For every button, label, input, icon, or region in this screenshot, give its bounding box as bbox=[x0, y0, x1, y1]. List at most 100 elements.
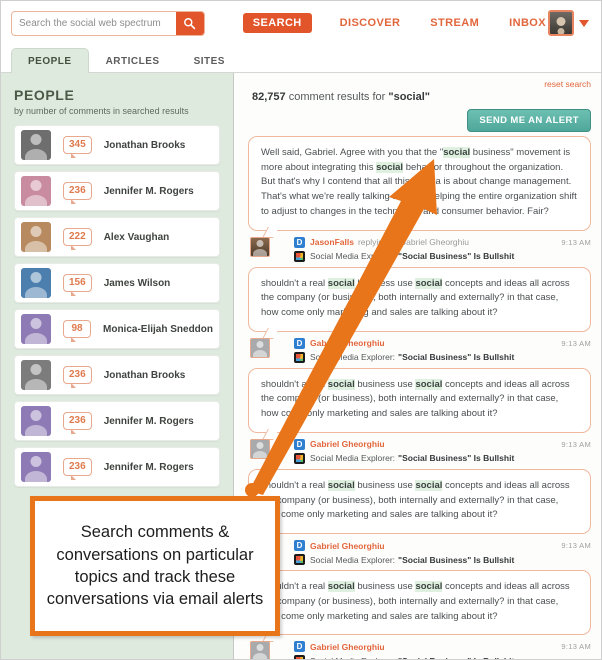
disqus-favicon-icon: D bbox=[294, 438, 305, 450]
main-nav: SEARCH DISCOVER STREAM INBOX bbox=[242, 13, 548, 33]
search-box[interactable] bbox=[11, 10, 205, 36]
comment-count-badge: 236 bbox=[63, 412, 92, 434]
chevron-down-icon[interactable] bbox=[579, 19, 589, 27]
source-favicon-icon bbox=[294, 554, 305, 566]
comment-item: shouldn't a real social business use soc… bbox=[248, 266, 591, 363]
avatar bbox=[250, 438, 270, 459]
comment-count-badge: 156 bbox=[63, 274, 92, 296]
comment-time: 9:13 AM bbox=[561, 439, 591, 449]
comment-time: 9:13 AM bbox=[561, 338, 591, 348]
comment-text-part: business use bbox=[354, 581, 416, 593]
search-term-highlight: social bbox=[415, 277, 443, 289]
list-item[interactable]: 345 Jonathan Brooks bbox=[14, 125, 220, 165]
tab-sites[interactable]: SITES bbox=[177, 48, 242, 73]
avatar bbox=[21, 360, 51, 390]
comment-text-part: shouldn't a real bbox=[261, 479, 328, 491]
tab-people[interactable]: PEOPLE bbox=[11, 48, 89, 73]
list-item[interactable]: 236 Jonathan Brooks bbox=[14, 355, 220, 395]
tab-articles[interactable]: ARTICLES bbox=[89, 48, 177, 73]
avatar[interactable] bbox=[548, 10, 574, 36]
comment-count-badge: 345 bbox=[63, 136, 92, 158]
comment-text: shouldn't a real social business use soc… bbox=[248, 570, 591, 636]
comment-source[interactable]: Social Media Explorer: bbox=[310, 656, 395, 659]
nav-item-search[interactable]: SEARCH bbox=[242, 13, 312, 33]
avatar bbox=[21, 130, 51, 160]
list-item[interactable]: 236 Jennifer M. Rogers bbox=[14, 447, 220, 487]
person-name: Jonathan Brooks bbox=[103, 139, 186, 151]
list-item[interactable]: 156 James Wilson bbox=[14, 263, 220, 303]
comment-text: shouldn't a real social business use soc… bbox=[248, 468, 591, 535]
search-term-highlight: social bbox=[415, 479, 443, 491]
comment-meta: D Gabriel Gheorghiu 9:13 AM Social Media… bbox=[248, 438, 591, 464]
comment-time: 9:13 AM bbox=[561, 237, 591, 247]
send-me-an-alert-button[interactable]: SEND ME AN ALERT bbox=[467, 109, 591, 132]
person-name: Jonathan Brooks bbox=[103, 369, 186, 381]
comment-time: 9:13 AM bbox=[561, 642, 591, 652]
results-summary: 82,757 comment results for "social" bbox=[252, 91, 591, 103]
comment-author[interactable]: Gabriel Gheorghiu bbox=[310, 642, 385, 652]
comment-reply-to: replying to Gabriel Gheorghiu bbox=[357, 237, 469, 248]
source-favicon-icon bbox=[294, 452, 305, 464]
list-item[interactable]: 222 Alex Vaughan bbox=[14, 217, 220, 257]
comment-source[interactable]: Social Media Explorer: bbox=[310, 453, 395, 463]
user-menu[interactable] bbox=[548, 10, 593, 36]
comment-count-badge: 98 bbox=[63, 320, 91, 342]
comment-source-title[interactable]: "Social Business" Is Bullshit bbox=[398, 352, 514, 362]
comment-source[interactable]: Social Media Explorer: bbox=[310, 251, 395, 261]
comment-author[interactable]: Gabriel Gheorghiu bbox=[310, 541, 385, 551]
sidebar-title: PEOPLE bbox=[14, 87, 75, 103]
search-term-highlight: social bbox=[327, 479, 355, 491]
results-query: "social" bbox=[388, 91, 430, 103]
comment-source[interactable]: Social Media Explorer: bbox=[310, 555, 395, 565]
nav-item-inbox[interactable]: INBOX bbox=[507, 13, 548, 33]
avatar bbox=[250, 337, 270, 358]
comment-source-title[interactable]: "Social Business" Is Bullshit bbox=[398, 656, 514, 659]
list-item[interactable]: 236 Jennifer M. Rogers bbox=[14, 401, 220, 441]
avatar bbox=[250, 641, 270, 659]
sidebar-subtitle: by number of comments in searched result… bbox=[14, 106, 189, 116]
comment-text-part: Well said, Gabriel. Agree with you that … bbox=[261, 147, 444, 158]
search-term-highlight: social bbox=[327, 378, 355, 390]
reset-search-link[interactable]: reset search bbox=[248, 79, 591, 89]
comment-text: shouldn't a real social business use soc… bbox=[248, 266, 591, 332]
annotation-text: Search comments & conversations on parti… bbox=[46, 523, 264, 609]
person-name: Monica-Elijah Sneddon bbox=[103, 323, 213, 335]
search-term-highlight: social bbox=[327, 581, 355, 593]
list-item[interactable]: 98 Monica-Elijah Sneddon bbox=[14, 309, 220, 349]
comment-author[interactable]: JasonFalls bbox=[310, 237, 354, 247]
comment-time: 9:13 AM bbox=[561, 541, 591, 551]
comment-source-title[interactable]: "Social Business" Is Bullshit bbox=[398, 453, 514, 463]
comment-source-title[interactable]: "Social Business" Is Bullshit bbox=[398, 555, 514, 565]
comment-author[interactable]: Gabriel Gheorghiu bbox=[310, 439, 385, 449]
comment-count-badge: 236 bbox=[63, 182, 92, 204]
comment-text-part: business use bbox=[354, 277, 416, 289]
avatar bbox=[250, 236, 270, 257]
comment-meta: D JasonFalls replying to Gabriel Gheorgh… bbox=[248, 236, 591, 262]
comment-text: shouldn't a real social business use soc… bbox=[248, 367, 591, 433]
avatar bbox=[21, 222, 51, 252]
app-window: SEARCH DISCOVER STREAM INBOX PEOPLE ARTI… bbox=[0, 0, 602, 660]
source-favicon-icon bbox=[294, 250, 305, 262]
nav-item-stream[interactable]: STREAM bbox=[428, 13, 481, 33]
comment-text-part: shouldn't a real bbox=[261, 277, 328, 289]
comment-source-title[interactable]: "Social Business" Is Bullshit bbox=[398, 251, 514, 261]
comment-text-part: business use bbox=[354, 479, 416, 491]
disqus-favicon-icon: D bbox=[294, 236, 305, 248]
comment-meta: D Gabriel Gheorghiu 9:13 AM Social Media… bbox=[248, 641, 591, 659]
search-term-highlight: social bbox=[443, 147, 471, 158]
tab-bar: PEOPLE ARTICLES SITES bbox=[1, 45, 601, 73]
avatar bbox=[21, 452, 51, 482]
search-submit-button[interactable] bbox=[175, 11, 204, 35]
disqus-favicon-icon: D bbox=[294, 540, 305, 552]
results-panel: reset search 82,757 comment results for … bbox=[234, 73, 601, 659]
comment-source[interactable]: Social Media Explorer: bbox=[310, 352, 395, 362]
alert-row: SEND ME AN ALERT bbox=[248, 109, 591, 132]
comment-author[interactable]: Gabriel Gheorghiu bbox=[310, 338, 385, 348]
list-item[interactable]: 236 Jennifer M. Rogers bbox=[14, 171, 220, 211]
nav-item-discover[interactable]: DISCOVER bbox=[338, 13, 403, 33]
annotation-callout: Search comments & conversations on parti… bbox=[30, 496, 280, 636]
source-favicon-icon bbox=[294, 351, 305, 363]
comment-count-badge: 236 bbox=[63, 366, 92, 388]
search-input[interactable] bbox=[12, 11, 176, 35]
search-term-highlight: social bbox=[415, 378, 443, 390]
